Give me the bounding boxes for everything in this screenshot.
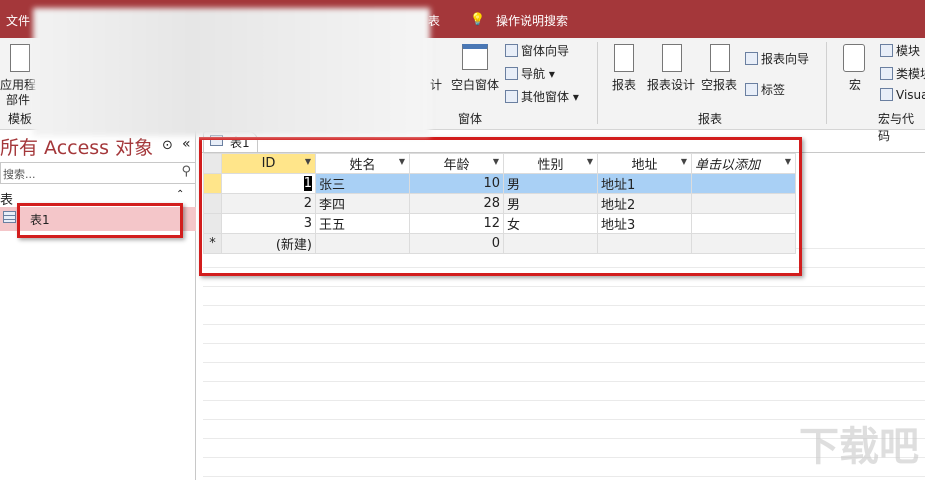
table-icon [3, 211, 16, 223]
lightbulb-icon: 💡 [470, 12, 485, 26]
labels-icon [745, 83, 758, 96]
more-forms-label: 其他窗体 [521, 90, 570, 104]
form-wizard-button[interactable]: 窗体向导 [505, 42, 569, 59]
tell-me-search[interactable]: 操作说明搜索 [496, 12, 568, 29]
report-wizard-button[interactable]: 报表向导 [745, 50, 809, 67]
separator [826, 42, 827, 124]
report-design-button[interactable]: 报表设计 [647, 76, 695, 93]
module-icon [880, 44, 893, 57]
nav-section-tables[interactable]: 表 [0, 189, 13, 208]
macro-icon [843, 44, 865, 72]
navigation-label: 导航 [521, 67, 546, 81]
class-module-label: 类模块 [896, 67, 925, 81]
blank-form-icon [462, 44, 488, 70]
nav-menu-chevron-icon[interactable]: ⊙ [162, 138, 173, 153]
collapse-section-icon[interactable]: ⌃ [176, 189, 184, 200]
more-forms-button[interactable]: 其他窗体 ▾ [505, 88, 579, 105]
blank-report-icon [710, 44, 730, 72]
blank-report-button[interactable]: 空报表 [701, 76, 737, 93]
forms-group-label: 窗体 [458, 112, 483, 126]
form-design-button[interactable]: 计 [430, 76, 442, 93]
search-icon[interactable]: ⚲ [181, 164, 191, 179]
reports-group-label: 报表 [698, 112, 723, 126]
macro-button[interactable]: 宏 [849, 76, 861, 93]
report-wizard-label: 报表向导 [761, 52, 810, 66]
visual-basic-label: Visua [896, 88, 925, 102]
app-parts-label: 部件 [6, 93, 31, 107]
nav-search-input[interactable]: 搜索... ⚲ [0, 162, 196, 184]
tab-file[interactable]: 文件 [6, 12, 30, 29]
separator [597, 42, 598, 124]
class-module-button[interactable]: 类模块 [880, 65, 925, 82]
report-design-icon [662, 44, 682, 72]
blurred-region [33, 8, 430, 136]
module-button[interactable]: 模块 [880, 42, 920, 59]
labels-label: 标签 [761, 83, 786, 97]
navigation-icon [505, 67, 518, 80]
search-placeholder: 搜索... [3, 168, 36, 181]
labels-button[interactable]: 标签 [745, 81, 785, 98]
collapse-pane-icon[interactable]: « [182, 136, 191, 152]
class-module-icon [880, 67, 893, 80]
watermark: 下载吧 [799, 424, 919, 470]
nav-pane-title[interactable]: 所有 Access 对象 [0, 133, 153, 160]
visual-basic-icon [880, 88, 893, 101]
report-button[interactable]: 报表 [612, 76, 636, 93]
visual-basic-button[interactable]: Visua [880, 88, 925, 102]
blank-form-button[interactable]: 空白窗体 [451, 76, 499, 93]
templates-group-label: 模板 [8, 112, 33, 126]
highlight-box [17, 203, 183, 238]
module-label: 模块 [896, 44, 921, 58]
macros-group-label: 宏与代码 [878, 112, 915, 143]
app-parts-icon [10, 44, 30, 72]
report-wizard-icon [745, 52, 758, 65]
form-wizard-label: 窗体向导 [521, 44, 570, 58]
highlight-box [199, 137, 802, 276]
more-forms-icon [505, 90, 518, 103]
form-wizard-icon [505, 44, 518, 57]
navigation-button[interactable]: 导航 ▾ [505, 65, 555, 82]
report-icon [614, 44, 634, 72]
